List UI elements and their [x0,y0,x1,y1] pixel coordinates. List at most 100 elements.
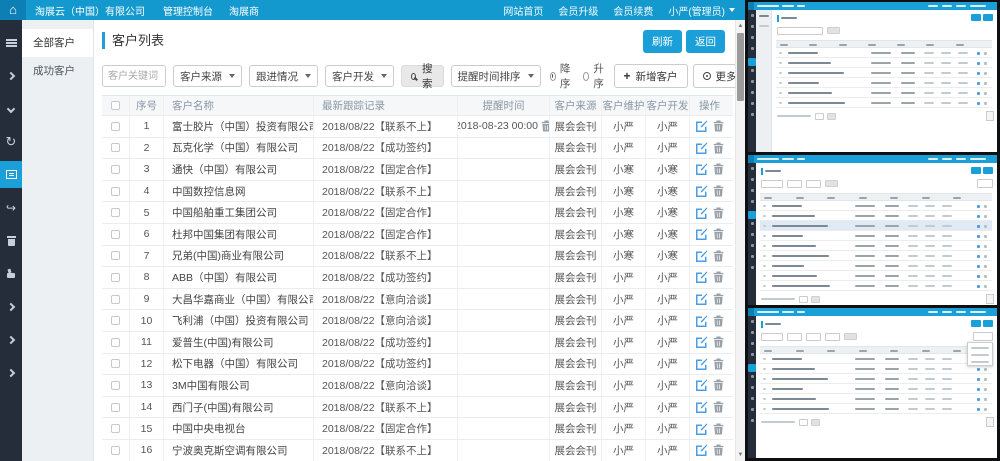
delete-icon[interactable] [713,185,724,197]
topbar-right-item[interactable]: 会员升级 [558,3,598,18]
add-customer-button[interactable]: +新增客户 [614,64,688,88]
rail-item[interactable] [0,62,22,89]
delete-icon[interactable] [713,336,724,348]
delete-icon[interactable] [713,163,724,175]
delete-icon[interactable] [713,379,724,391]
search-button[interactable]: 搜索 [401,65,444,87]
scroll-down-arrow-icon[interactable]: ▼ [736,450,745,460]
subnav-item[interactable]: 成功客户 [22,57,93,85]
mini-search-button[interactable] [827,27,840,34]
screenshot-preview-1[interactable] [748,2,997,152]
mini-button[interactable] [983,14,993,21]
delete-icon[interactable] [713,142,724,154]
edit-icon[interactable] [696,336,708,348]
mini-input[interactable] [761,180,783,188]
edit-icon[interactable] [696,142,708,154]
edit-icon[interactable] [696,120,708,132]
row-checkbox[interactable] [111,143,120,152]
delete-icon[interactable] [713,271,724,283]
topbar-right-item[interactable]: 会员续费 [613,3,653,18]
scroll-up-arrow-icon[interactable]: ▲ [736,21,745,31]
sort-select[interactable]: 提醒时间排序 [451,65,541,87]
delete-icon[interactable] [713,228,724,240]
subnav-item[interactable]: 全部客户 [22,29,93,57]
home-button[interactable] [0,0,26,20]
rail-item[interactable] [0,29,22,56]
rail-item-active[interactable] [0,161,22,188]
mini-select[interactable] [806,333,821,341]
mini-button[interactable] [971,14,981,21]
mini-go-button[interactable] [811,419,820,426]
mini-input[interactable] [777,27,823,35]
rail-item[interactable] [0,227,22,254]
scrollbar-thumb[interactable] [737,33,744,101]
mini-select[interactable] [825,333,840,341]
mini-button[interactable] [971,167,981,174]
screenshot-preview-2[interactable] [748,155,997,305]
rail-item[interactable] [0,128,22,155]
delete-icon[interactable] [713,444,724,456]
screenshot-preview-3[interactable] [748,308,997,458]
mini-more-button[interactable] [973,332,993,341]
mini-select[interactable] [806,180,821,188]
row-checkbox[interactable] [111,338,120,347]
mini-page-select[interactable] [815,113,824,120]
mini-select[interactable] [787,180,802,188]
mini-button[interactable] [983,167,993,174]
edit-icon[interactable] [696,379,708,391]
mini-page-select[interactable] [799,296,808,303]
rail-item[interactable] [0,194,22,221]
delete-icon[interactable] [713,120,724,132]
edit-icon[interactable] [696,271,708,283]
rail-item[interactable] [0,260,22,287]
edit-icon[interactable] [696,228,708,240]
rail-item[interactable] [0,326,22,353]
delete-icon[interactable] [713,358,724,370]
row-checkbox[interactable] [111,165,120,174]
edit-icon[interactable] [696,423,708,435]
topbar-menu-item[interactable]: 管理控制台 [163,3,213,18]
sort-asc-radio[interactable]: 升序 [583,61,607,91]
row-checkbox[interactable] [111,316,120,325]
row-checkbox[interactable] [111,381,120,390]
mini-input[interactable] [761,333,783,341]
edit-icon[interactable] [696,401,708,413]
delete-icon[interactable] [713,207,724,219]
edit-icon[interactable] [696,185,708,197]
edit-icon[interactable] [696,293,708,305]
row-checkbox[interactable] [111,251,120,260]
sort-desc-radio[interactable]: 降序 [550,61,574,91]
source-select[interactable]: 客户来源 [173,65,242,87]
rail-item[interactable] [0,293,22,320]
delete-icon[interactable] [713,250,724,262]
keyword-input[interactable] [102,65,166,87]
mini-button[interactable] [971,320,981,327]
row-checkbox[interactable] [111,208,120,217]
delete-icon[interactable] [713,423,724,435]
refresh-button[interactable]: 刷新 [643,30,682,53]
vertical-scrollbar[interactable]: ▲ ▼ [735,20,745,461]
topbar-right-item[interactable]: 网站首页 [503,3,543,18]
mini-go-button[interactable] [827,113,836,120]
row-checkbox[interactable] [111,122,120,131]
mini-page-select[interactable] [799,419,808,426]
delete-icon[interactable] [713,315,724,327]
develop-select[interactable]: 客户开发 [325,65,394,87]
row-checkbox[interactable] [111,187,120,196]
topbar-menu-item[interactable]: 淘展商 [229,3,259,18]
delete-icon[interactable] [713,401,724,413]
edit-icon[interactable] [696,163,708,175]
row-checkbox[interactable] [111,446,120,455]
mini-button[interactable] [983,320,993,327]
row-checkbox[interactable] [111,403,120,412]
rail-item[interactable] [0,359,22,386]
select-all-checkbox[interactable] [111,101,120,110]
row-checkbox[interactable] [111,230,120,239]
back-button[interactable]: 返回 [686,30,725,53]
row-checkbox[interactable] [111,295,120,304]
mini-go-button[interactable] [811,296,820,303]
row-checkbox[interactable] [111,359,120,368]
row-checkbox[interactable] [111,424,120,433]
edit-icon[interactable] [696,207,708,219]
mini-search-button[interactable] [825,180,838,187]
